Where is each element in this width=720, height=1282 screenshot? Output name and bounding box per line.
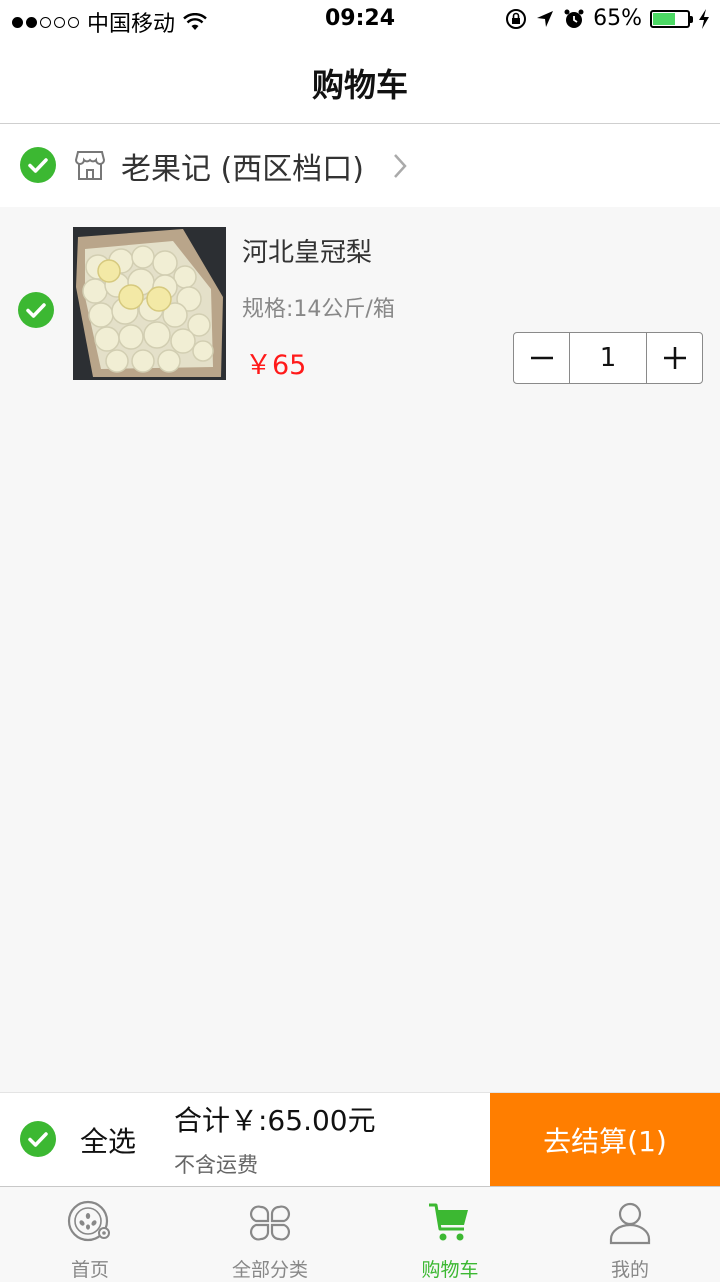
tab-home-label: 首页 — [70, 1259, 109, 1281]
alarm-icon — [564, 9, 584, 28]
store-name[interactable]: 老果记 (西区档口) — [121, 144, 364, 188]
check-icon — [26, 303, 46, 318]
item-select-checkbox[interactable] — [18, 292, 54, 328]
store-row[interactable]: 老果记 (西区档口) — [0, 124, 720, 207]
minus-icon — [530, 356, 553, 360]
page-title: 购物车 — [311, 66, 408, 104]
tab-categories-label: 全部分类 — [231, 1259, 308, 1281]
check-icon — [28, 158, 48, 173]
product-price: ￥65 — [245, 350, 307, 381]
shipping-note: 不含运费 — [174, 1153, 258, 1177]
checkout-bar: 全选 合计￥:65.00元 不含运费 去结算(1) — [0, 1092, 720, 1186]
store-select-checkbox[interactable] — [20, 147, 56, 183]
decrease-button[interactable] — [514, 333, 569, 383]
profile-icon — [609, 1202, 651, 1245]
battery-icon — [650, 9, 693, 28]
status-bar: 中国移动 09:24 65% — [0, 0, 720, 40]
select-all-label[interactable]: 全选 — [80, 1120, 136, 1160]
quantity-stepper: 1 — [513, 332, 703, 384]
rotation-lock-icon — [506, 8, 527, 29]
tab-profile[interactable]: 我的 — [540, 1187, 720, 1281]
quantity-input[interactable]: 1 — [569, 333, 647, 383]
tab-bar: 首页 全部分类 购物车 我的 — [0, 1186, 720, 1281]
increase-button[interactable] — [647, 333, 702, 383]
tab-categories[interactable]: 全部分类 — [180, 1187, 360, 1281]
battery-percent: 65% — [593, 6, 642, 31]
tab-profile-label: 我的 — [610, 1259, 649, 1281]
product-spec: 规格:14公斤/箱 — [242, 297, 395, 322]
plus-icon — [663, 347, 686, 369]
cart-item: 河北皇冠梨 规格:14公斤/箱 ￥65 1 — [0, 207, 720, 397]
tab-cart[interactable]: 购物车 — [360, 1187, 540, 1281]
product-name[interactable]: 河北皇冠梨 — [242, 232, 372, 269]
select-all-checkbox[interactable] — [20, 1121, 56, 1157]
store-icon — [74, 151, 106, 180]
chevron-right-icon[interactable] — [390, 151, 410, 181]
nav-bar: 购物车 — [0, 40, 720, 124]
checkout-button[interactable]: 去结算(1) — [490, 1093, 720, 1186]
tab-cart-label: 购物车 — [421, 1259, 479, 1281]
home-icon — [67, 1200, 110, 1242]
check-icon — [28, 1132, 48, 1147]
categories-icon — [249, 1205, 291, 1241]
tab-home[interactable]: 首页 — [0, 1187, 180, 1281]
charging-icon — [699, 8, 709, 29]
product-image[interactable] — [73, 227, 226, 380]
status-right: 65% — [505, 6, 710, 31]
total-price: 合计￥:65.00元 — [174, 1104, 376, 1137]
cart-icon — [429, 1203, 468, 1241]
location-icon — [537, 10, 554, 27]
